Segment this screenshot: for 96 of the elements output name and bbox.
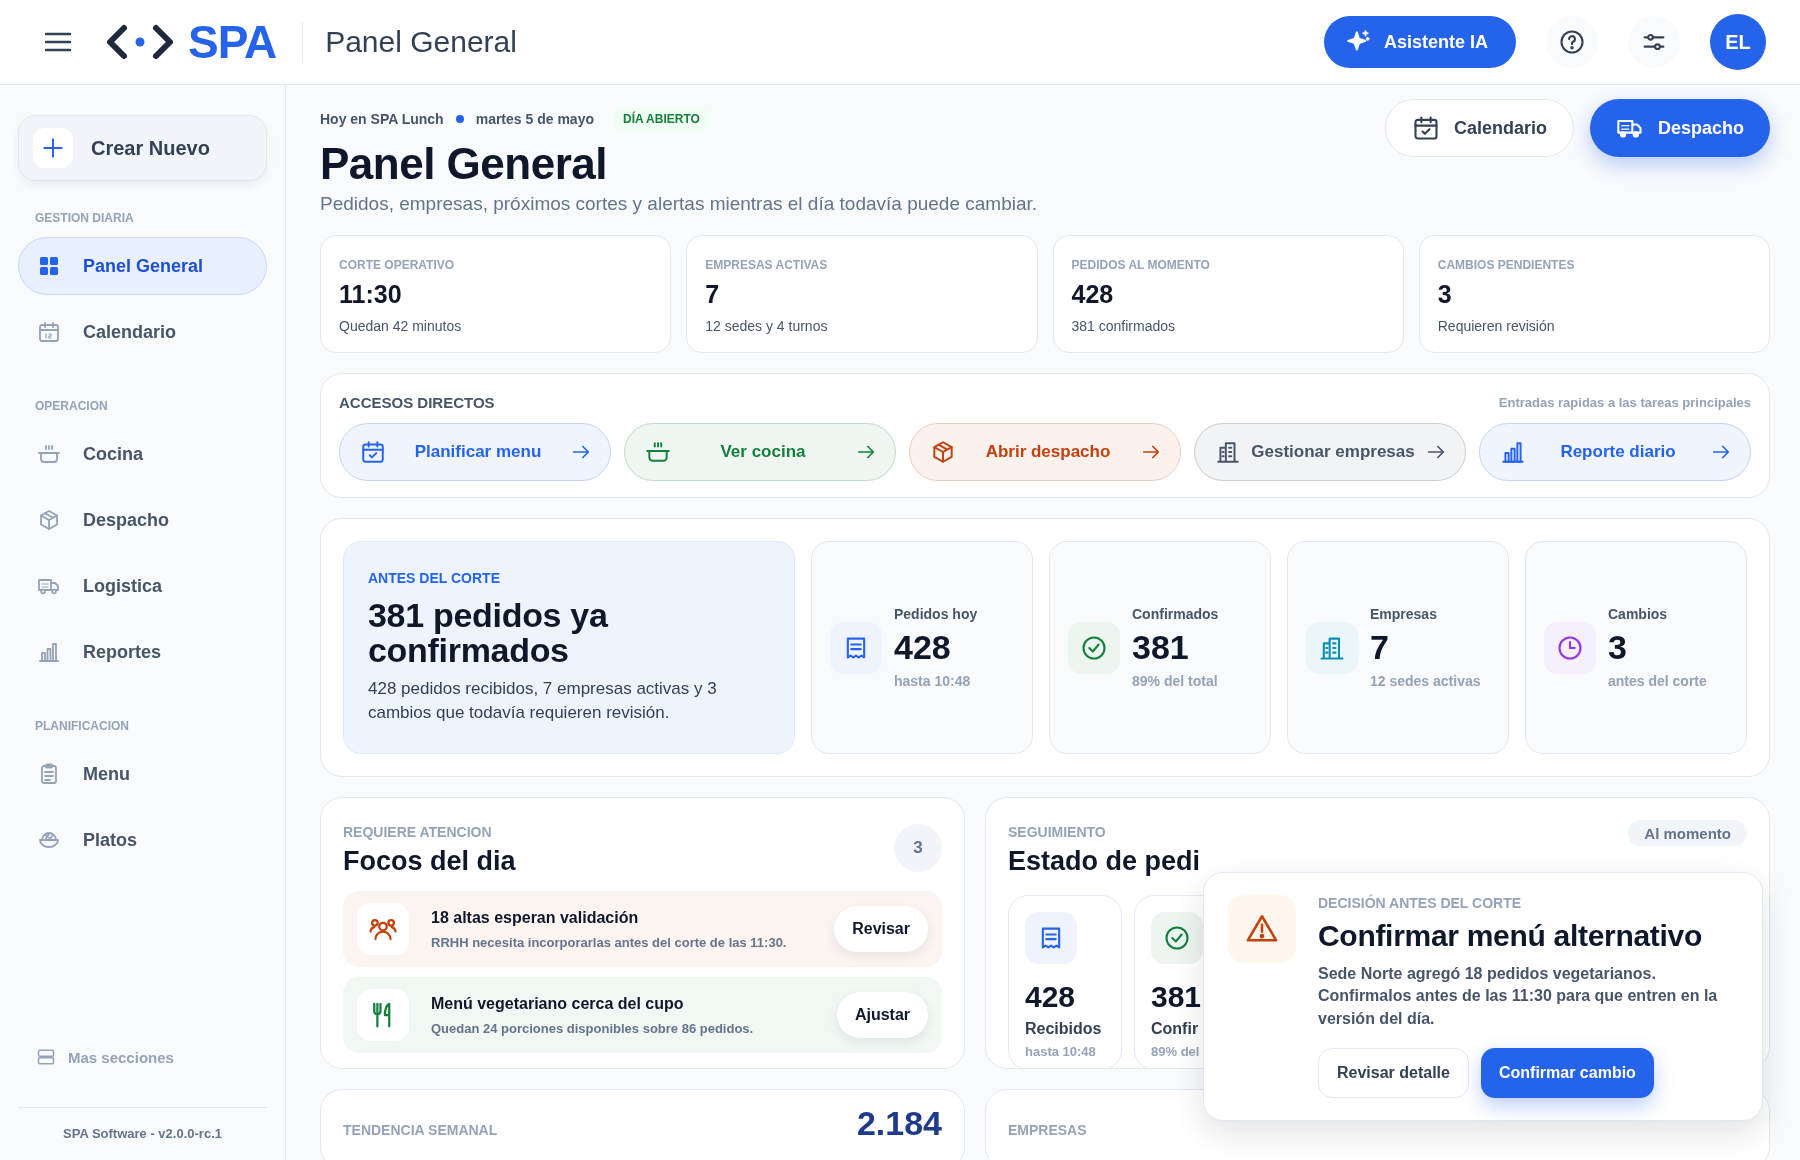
stat-note: Quedan 42 minutos bbox=[339, 318, 463, 334]
eyebrow: EMPRESAS bbox=[1008, 1122, 1087, 1138]
eyebrow: ANTES DEL CORTE bbox=[368, 570, 501, 586]
alert-text: RRHH necesita incorporarlas antes del corte de las 11:30. bbox=[431, 934, 788, 950]
shortcut-button[interactable]: Planificar menu bbox=[339, 423, 611, 481]
metric-note: hasta 10:48 bbox=[894, 673, 972, 689]
code-brackets-icon bbox=[104, 22, 176, 62]
sidebar-item[interactable]: Platos bbox=[18, 811, 267, 869]
help-icon bbox=[1558, 28, 1586, 56]
time-badge: Al momento bbox=[1628, 820, 1747, 846]
metric-note: 12 sedes activas bbox=[1370, 673, 1481, 689]
popup-title: Confirmar menú alternativo bbox=[1318, 919, 1703, 953]
action-button[interactable]: Revisar bbox=[834, 906, 928, 952]
calendar-icon bbox=[37, 320, 61, 344]
metric-label: Cambios bbox=[1608, 606, 1669, 622]
panel-title: Estado de pedi bbox=[1008, 846, 1201, 877]
tile-value: 428 bbox=[1025, 980, 1077, 1014]
alert-title: Menú vegetariano cerca del cupo bbox=[431, 994, 685, 1013]
box-icon bbox=[37, 508, 61, 532]
metric-note: 89% del total bbox=[1132, 673, 1219, 689]
stat-note: Requieren revisión bbox=[1437, 318, 1556, 334]
stat-label: CAMBIOS PENDIENTES bbox=[1437, 258, 1576, 272]
shortcut-button[interactable]: Gestionar empresas bbox=[1194, 423, 1466, 481]
tile-note: 89% del bbox=[1151, 1044, 1201, 1059]
confirm-button[interactable]: Confirmar cambio bbox=[1480, 1048, 1654, 1099]
summary-text: 428 pedidos recibidos, 7 empresas activas y 3 cambios que todavía requieren revisión. bbox=[368, 678, 718, 725]
sidebar-item[interactable]: Logistica bbox=[18, 557, 267, 615]
metric-value: 3 bbox=[1608, 628, 1628, 667]
stat-label: EMPRESAS ACTIVAS bbox=[705, 258, 829, 272]
separator-dot bbox=[455, 115, 464, 123]
count-badge: 3 bbox=[894, 824, 942, 872]
panel-title: Focos del dia bbox=[343, 846, 516, 877]
logo-text: SPA bbox=[188, 19, 277, 65]
bar-chart-icon bbox=[37, 640, 61, 664]
panel-heading: ACCESOS DIRECTOS bbox=[339, 394, 495, 411]
panel-hint: Entradas rapidas a las tareas principales bbox=[1498, 395, 1751, 410]
alert-title: 18 altas esperan validación bbox=[431, 908, 640, 927]
stat-label: PEDIDOS AL MOMENTO bbox=[1071, 258, 1211, 272]
tile-label: Confir bbox=[1151, 1020, 1200, 1038]
sidebar-item[interactable]: Panel General bbox=[18, 237, 267, 295]
page-title: Panel General bbox=[325, 25, 517, 59]
trend-value: 2.184 bbox=[856, 1104, 942, 1143]
metric-value: 7 bbox=[1370, 628, 1390, 667]
section-heading: PLANIFICACION bbox=[35, 719, 130, 733]
shortcut-button[interactable]: Reporte diario bbox=[1479, 423, 1751, 481]
summary-title: 381 pedidos ya confirmados bbox=[368, 598, 609, 668]
sidebar-item[interactable]: Calendario bbox=[18, 303, 267, 361]
sidebar-item[interactable]: Despacho bbox=[18, 491, 267, 549]
shortcut-button[interactable]: Abrir despacho bbox=[909, 423, 1181, 481]
tile-value: 381 bbox=[1151, 980, 1203, 1014]
stat-note: 381 confirmados bbox=[1071, 318, 1176, 334]
metric-value: 381 bbox=[1132, 628, 1190, 667]
date-text: martes 5 de mayo bbox=[475, 111, 594, 127]
avatar[interactable]: EL bbox=[1710, 14, 1766, 70]
status-badge: DÍA ABIERTO bbox=[614, 107, 709, 131]
alert-text: Quedan 24 porciones disponibles sobre 86 pedidos. bbox=[431, 1020, 755, 1036]
stat-label: CORTE OPERATIVO bbox=[339, 258, 456, 272]
version-text: SPA Software - v2.0.0-rc.1 bbox=[63, 1126, 222, 1141]
metric-value: 428 bbox=[894, 628, 952, 667]
section-heading: GESTION DIARIA bbox=[35, 211, 135, 225]
sidebar-item[interactable]: Reportes bbox=[18, 623, 267, 681]
calendar-button[interactable]: Calendario bbox=[1384, 99, 1574, 157]
section-heading: OPERACION bbox=[35, 399, 109, 413]
grid-icon bbox=[37, 254, 61, 278]
review-button[interactable]: Revisar detalle bbox=[1318, 1048, 1469, 1099]
stat-note: 12 sedes y 4 turnos bbox=[705, 318, 829, 334]
eyebrow: TENDENCIA SEMANAL bbox=[343, 1122, 498, 1138]
eyebrow: SEGUIMIENTO bbox=[1008, 824, 1107, 840]
tile-label: Recibidos bbox=[1025, 1020, 1103, 1038]
calendar-icon bbox=[1411, 114, 1440, 142]
stat-value: 428 bbox=[1071, 280, 1115, 309]
layers-icon bbox=[36, 1047, 56, 1067]
tile-note: hasta 10:48 bbox=[1025, 1044, 1097, 1059]
metric-label: Empresas bbox=[1370, 606, 1438, 622]
eyebrow: REQUIERE ATENCION bbox=[343, 824, 493, 840]
metric-label: Pedidos hoy bbox=[894, 606, 978, 622]
popup-text: Sede Norte agregó 18 pedidos vegetarianos. Confirmalos antes de las 11:30 para que entren en la versión del día. bbox=[1318, 964, 1719, 1029]
sidebar-item[interactable]: Cocina bbox=[18, 425, 267, 483]
stat-value: 11:30 bbox=[339, 280, 403, 309]
help-button[interactable] bbox=[1546, 16, 1598, 68]
metric-label: Confirmados bbox=[1132, 606, 1219, 622]
metric-note: antes del corte bbox=[1608, 673, 1707, 689]
context-text: Hoy en SPA Lunch bbox=[320, 111, 444, 127]
eyebrow: DECISIÓN ANTES DEL CORTE bbox=[1318, 895, 1523, 911]
sidebar-item[interactable]: Menu bbox=[18, 745, 267, 803]
dispatch-button[interactable]: Despacho bbox=[1589, 99, 1770, 157]
action-button[interactable]: Ajustar bbox=[836, 992, 928, 1038]
shortcut-button[interactable]: Ver cocina bbox=[624, 423, 896, 481]
create-button[interactable]: Crear Nuevo bbox=[18, 115, 267, 181]
stat-value: 7 bbox=[705, 280, 721, 309]
pot-icon bbox=[37, 442, 61, 466]
page-subtitle: Pedidos, empresas, próximos cortes y alertas mientras el día todavía puede cambiar. bbox=[320, 193, 1038, 215]
stat-value: 3 bbox=[1437, 280, 1453, 309]
page-heading: Panel General bbox=[320, 139, 608, 189]
assistant-button[interactable]: Asistente IA bbox=[1323, 16, 1516, 68]
settings-button[interactable] bbox=[1628, 16, 1680, 68]
